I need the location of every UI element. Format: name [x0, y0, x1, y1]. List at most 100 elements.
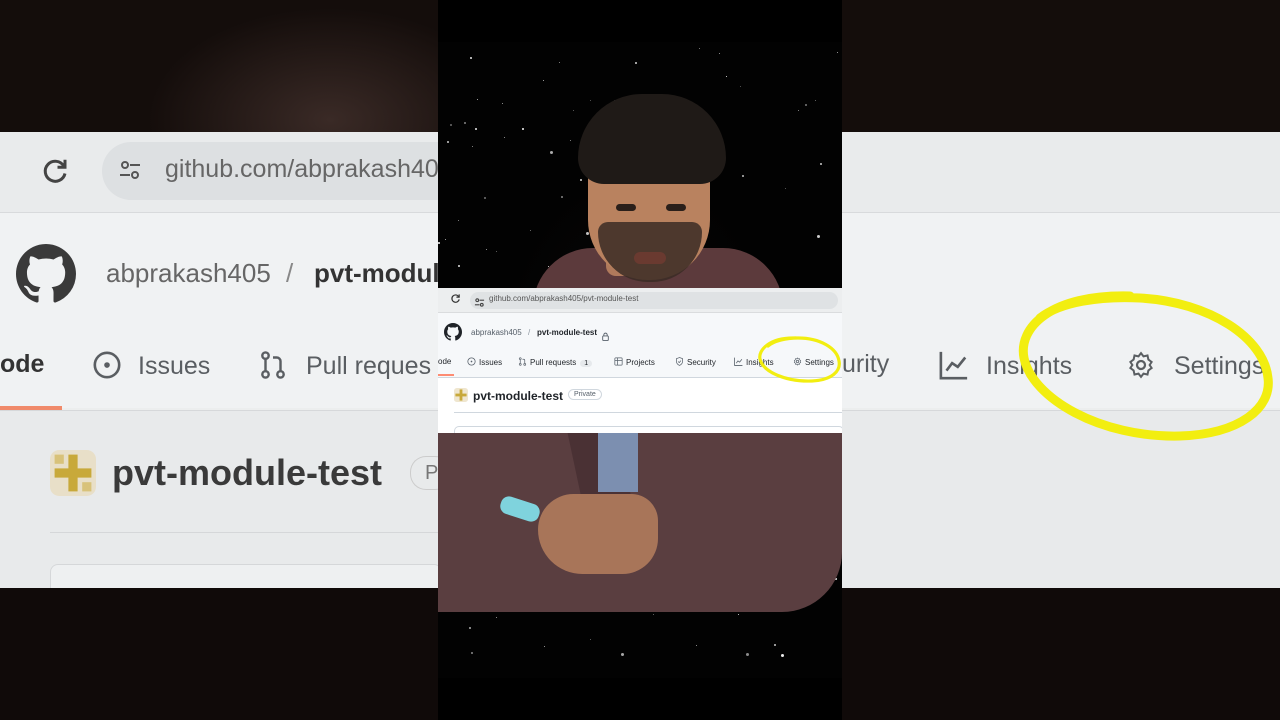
- breadcrumb-repo[interactable]: pvt-module-test: [537, 328, 597, 337]
- background-divider: [50, 532, 440, 533]
- star: [543, 80, 544, 81]
- star: [504, 137, 505, 138]
- star: [746, 653, 749, 656]
- settings-highlight-circle-large: [1018, 291, 1273, 441]
- active-tab-underline: [438, 374, 454, 376]
- reload-icon[interactable]: [450, 293, 461, 307]
- star: [726, 76, 727, 77]
- star: [699, 48, 700, 49]
- insights-graph-icon: [734, 357, 743, 366]
- star: [740, 86, 741, 87]
- video-frame: github.com/abprakash405/pvt-module-test …: [438, 0, 842, 720]
- star: [561, 196, 563, 198]
- repo-title[interactable]: pvt-module-test: [473, 389, 563, 403]
- star: [738, 614, 739, 615]
- star: [447, 141, 449, 143]
- star: [475, 128, 477, 130]
- presenter-mouth: [634, 252, 666, 264]
- star: [559, 62, 560, 63]
- visibility-badge: Private: [568, 389, 602, 400]
- star: [486, 249, 487, 250]
- star: [635, 62, 637, 64]
- star: [477, 99, 478, 100]
- star: [450, 124, 452, 126]
- breadcrumb-separator: /: [528, 328, 531, 337]
- star: [484, 197, 486, 199]
- star: [590, 100, 591, 101]
- star: [820, 163, 822, 165]
- star: [472, 146, 473, 147]
- presenter-eye-right: [666, 204, 686, 211]
- tab-pull-requests[interactable]: Pull requests 1: [518, 357, 593, 367]
- presenter-eye-left: [616, 204, 636, 211]
- background-tab-issues-label: Issues: [138, 352, 211, 380]
- star: [653, 614, 654, 615]
- star: [458, 265, 460, 267]
- star: [785, 188, 786, 189]
- star: [805, 104, 807, 106]
- repo-content-box: [454, 426, 842, 433]
- repo-divider: [454, 412, 842, 413]
- star: [544, 646, 545, 647]
- background-tab-pull-requests-label: Pull reques: [306, 352, 432, 380]
- star: [530, 230, 531, 231]
- star: [438, 242, 440, 244]
- github-logo-icon: [16, 244, 76, 304]
- site-settings-icon[interactable]: [474, 295, 485, 307]
- tab-projects[interactable]: Projects: [614, 357, 655, 367]
- tab-pull-requests-label: Pull requests: [530, 358, 577, 367]
- star: [573, 110, 574, 111]
- tab-projects-label: Projects: [626, 358, 655, 367]
- site-settings-icon: [118, 158, 142, 182]
- github-logo-icon[interactable]: [444, 323, 462, 341]
- star: [464, 122, 466, 124]
- background-owner-link: abprakash405: [106, 258, 271, 288]
- pull-request-icon: [261, 351, 285, 379]
- lock-icon: [601, 328, 610, 341]
- star: [470, 57, 472, 59]
- background-repo-link: pvt-module: [314, 258, 455, 288]
- star: [621, 653, 624, 656]
- background-repo-title: pvt-module-test: [112, 452, 382, 493]
- star: [774, 644, 776, 646]
- background-tab-security: urity: [842, 350, 890, 378]
- insights-graph-icon: [939, 351, 968, 380]
- star: [781, 654, 784, 657]
- star: [719, 53, 720, 54]
- tab-security-label: Security: [687, 358, 716, 367]
- star: [742, 175, 744, 177]
- settings-highlight-circle-small: [758, 336, 841, 383]
- star: [469, 627, 471, 629]
- pull-requests-count-badge: 1: [580, 360, 593, 367]
- star: [590, 639, 591, 640]
- star: [550, 151, 553, 154]
- tab-issues-label: Issues: [479, 358, 503, 367]
- issues-icon: [93, 351, 121, 379]
- star: [798, 110, 799, 111]
- repo-avatar-icon: [454, 388, 468, 402]
- tab-issues[interactable]: Issues: [467, 357, 502, 367]
- issues-icon: [467, 357, 476, 366]
- background-breadcrumb-separator: /: [286, 258, 294, 288]
- star: [471, 652, 473, 654]
- background-tab-code: ode: [0, 350, 45, 378]
- star: [445, 239, 446, 240]
- projects-icon: [614, 357, 623, 366]
- star: [502, 103, 503, 104]
- star: [696, 645, 697, 646]
- star: [815, 100, 816, 101]
- star: [580, 179, 582, 181]
- address-bar-url[interactable]: github.com/abprakash405/pvt-module-test: [489, 294, 638, 303]
- reload-icon: [40, 156, 70, 186]
- security-shield-icon: [676, 357, 683, 366]
- star: [817, 235, 820, 238]
- breadcrumb-owner[interactable]: abprakash405: [471, 328, 522, 337]
- star: [496, 251, 497, 252]
- pull-request-icon: [518, 357, 527, 366]
- presenter-shirt: [598, 432, 638, 492]
- tab-security[interactable]: Security: [675, 357, 716, 367]
- presenter-hands: [538, 494, 658, 574]
- star: [522, 128, 524, 130]
- star: [837, 52, 838, 53]
- tab-code[interactable]: ode: [438, 357, 451, 366]
